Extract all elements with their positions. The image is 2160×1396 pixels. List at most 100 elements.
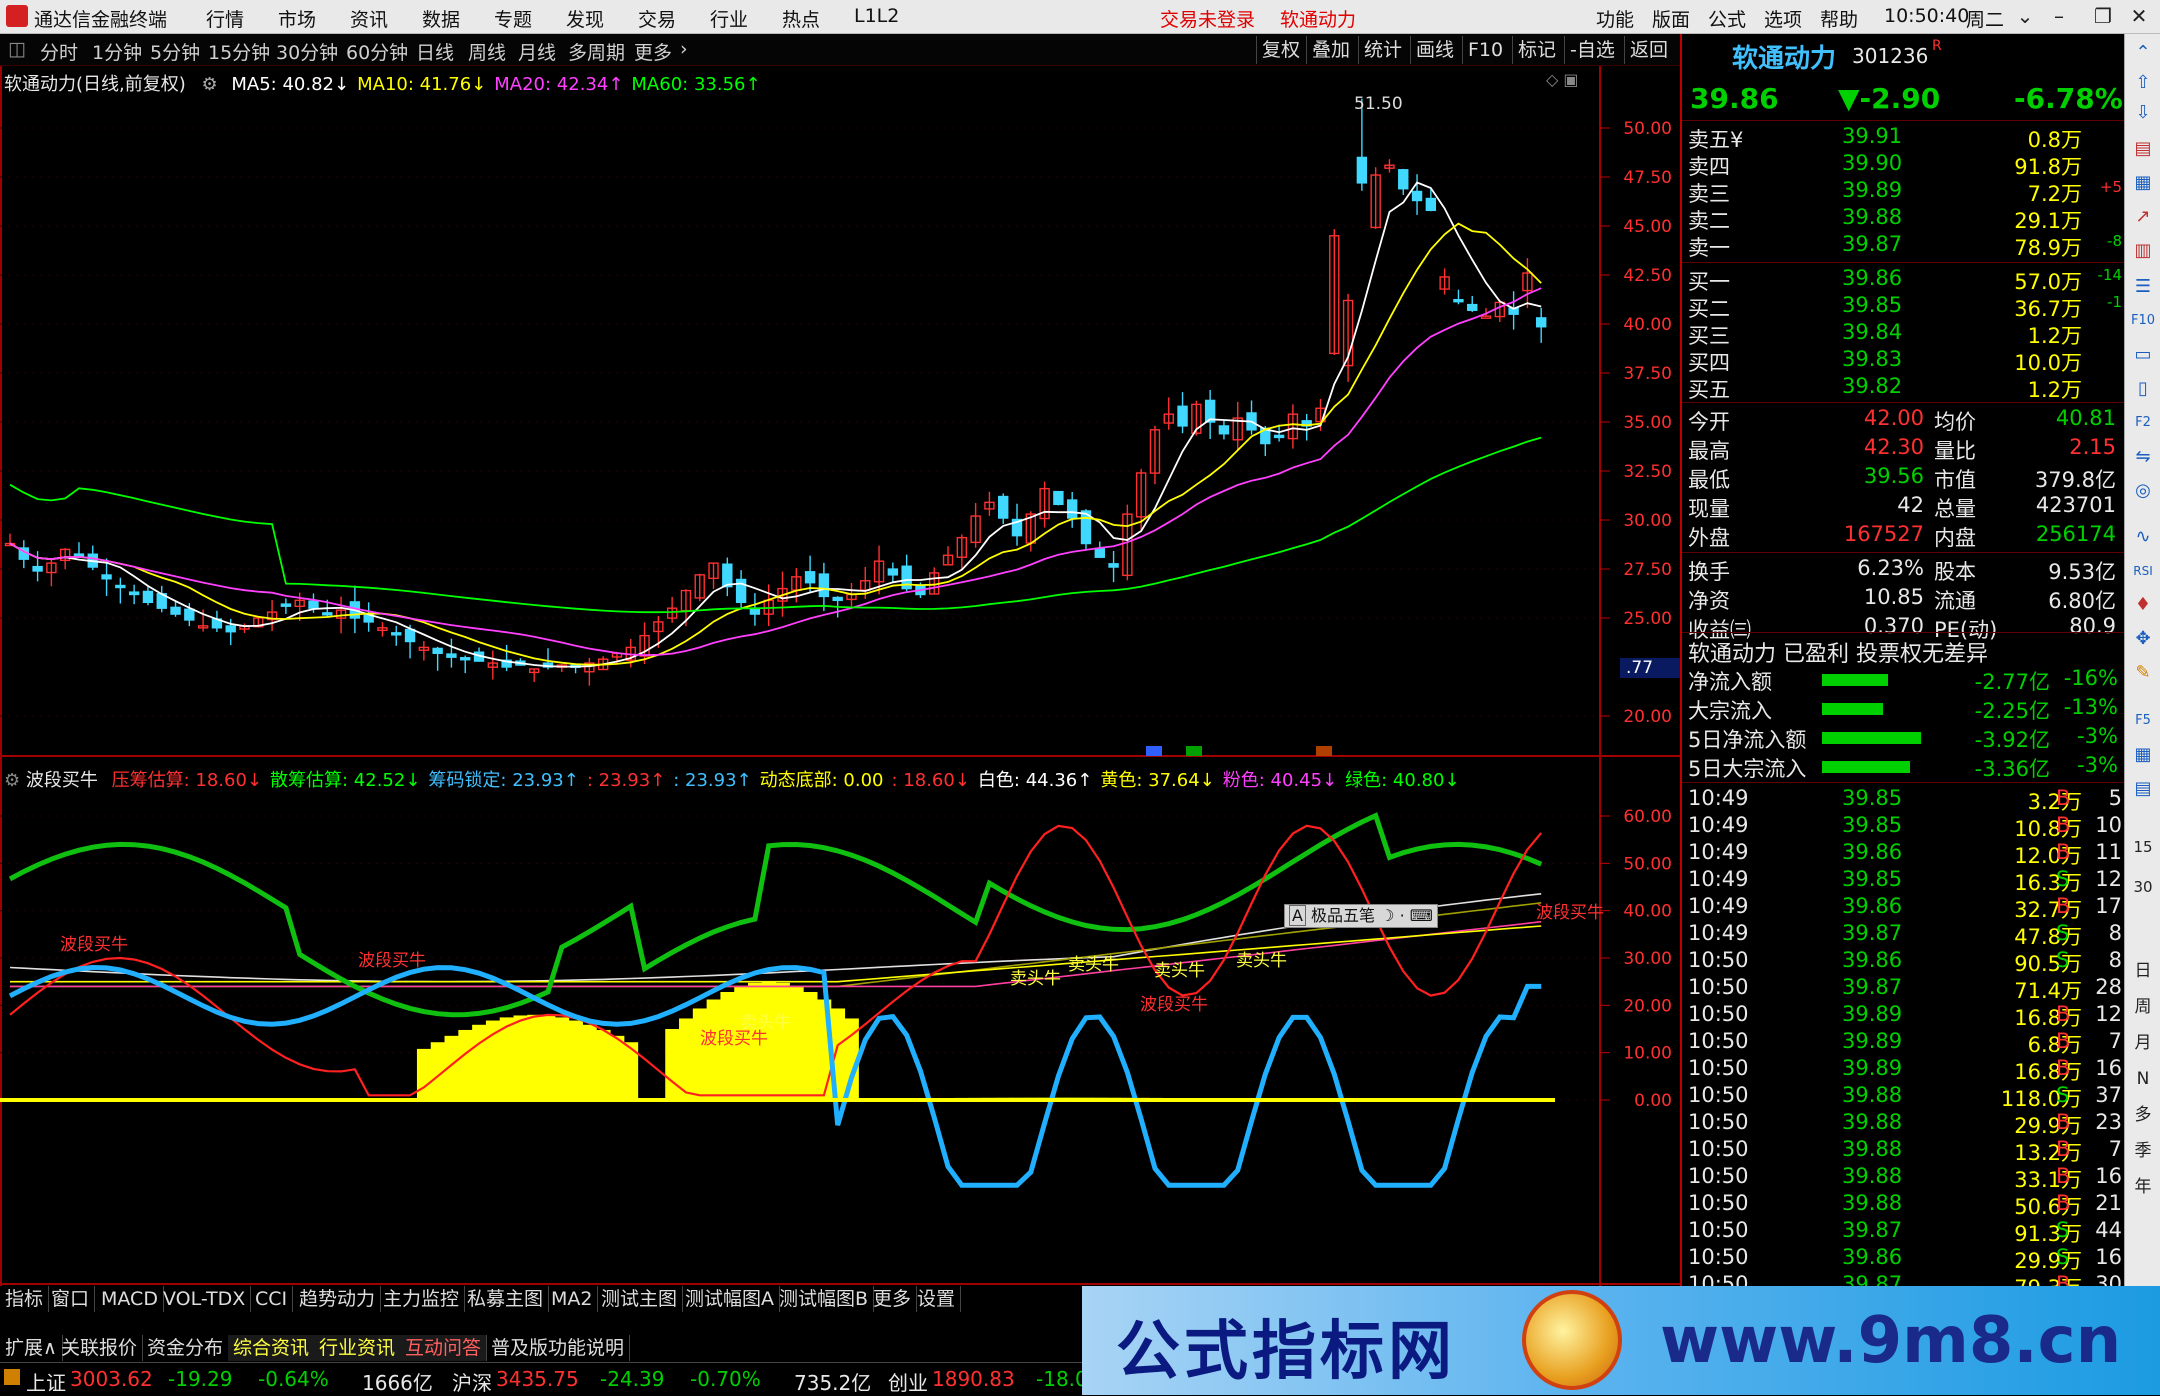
menu-trade[interactable]: 交易 xyxy=(638,5,676,32)
indicator-tab[interactable]: MACD xyxy=(96,1286,164,1312)
ime-mode-icon[interactable]: A xyxy=(1289,905,1306,926)
indicator-tab[interactable]: CCI xyxy=(250,1286,294,1312)
nav-down-icon[interactable]: ⇩ xyxy=(2130,100,2156,126)
menu-help[interactable]: 帮助 xyxy=(1820,5,1858,32)
pen-icon[interactable]: ✎ xyxy=(2130,660,2156,686)
f10-icon[interactable]: F10 xyxy=(2130,308,2156,334)
indicator-tab[interactable]: 指标 xyxy=(0,1286,50,1312)
menu-options[interactable]: 选项 xyxy=(1764,5,1802,32)
menu-hot[interactable]: 热点 xyxy=(782,5,820,32)
layers-icon[interactable]: ▤ xyxy=(2130,776,2156,802)
target-icon[interactable]: ◎ xyxy=(2130,478,2156,504)
indicator-tab[interactable]: 更多 xyxy=(868,1286,918,1312)
period-tab-1min[interactable]: 1分钟 xyxy=(92,38,142,65)
ime-dot-icon[interactable]: · xyxy=(1400,906,1405,925)
close-icon[interactable]: ✕ xyxy=(2126,4,2152,28)
mark-button[interactable]: 标记 xyxy=(1512,36,1561,64)
menu-market[interactable]: 市场 xyxy=(278,5,316,32)
indicator-tab[interactable]: 测试幅图B xyxy=(774,1286,875,1312)
f2-icon[interactable]: F2 xyxy=(2130,410,2156,436)
statistics-button[interactable]: 统计 xyxy=(1358,36,1407,64)
period-tab-5min[interactable]: 5分钟 xyxy=(150,38,200,65)
ime-moon-icon[interactable]: ☽ xyxy=(1380,906,1394,925)
menu-l1l2[interactable]: L1L2 xyxy=(854,5,899,27)
indicator-tab[interactable]: MA2 xyxy=(546,1286,599,1312)
info-tab[interactable]: 行业资讯 xyxy=(314,1335,402,1361)
menu-layout[interactable]: 版面 xyxy=(1652,5,1690,32)
menu-data[interactable]: 数据 xyxy=(422,5,460,32)
chevron-right-icon[interactable]: › xyxy=(680,38,688,60)
settings-icon[interactable]: ⚙ xyxy=(202,74,218,95)
menu-quotes[interactable]: 行情 xyxy=(206,5,244,32)
menu-topics[interactable]: 专题 xyxy=(494,5,532,32)
draw-button[interactable]: 画线 xyxy=(1410,36,1459,64)
period-tab-intraday[interactable]: 分时 xyxy=(40,38,78,65)
move-icon[interactable]: ✥ xyxy=(2130,626,2156,652)
overlay-button[interactable]: 叠加 xyxy=(1306,36,1355,64)
side-tab-day[interactable]: 日 xyxy=(2130,958,2156,984)
period-tab-60min[interactable]: 60分钟 xyxy=(346,38,408,65)
side-tab-month[interactable]: 月 xyxy=(2130,1030,2156,1056)
indicator-tab[interactable]: 窗口 xyxy=(46,1286,96,1312)
f10-button[interactable]: F10 xyxy=(1462,36,1508,64)
menu-news[interactable]: 资讯 xyxy=(350,5,388,32)
indicator-settings-icon[interactable]: ⚙ xyxy=(4,770,20,791)
bell-icon[interactable]: ♦ xyxy=(2130,592,2156,618)
up-arrow-icon[interactable]: ⌃ xyxy=(2130,40,2156,66)
period-tab-monthly[interactable]: 月线 xyxy=(518,38,556,65)
menu-discover[interactable]: 发现 xyxy=(566,5,604,32)
indicator-tab[interactable]: 测试主图 xyxy=(596,1286,684,1312)
market-icon[interactable] xyxy=(4,1369,20,1385)
minimize-icon[interactable]: – xyxy=(2046,4,2072,28)
bars-icon[interactable]: ▥ xyxy=(2130,238,2156,264)
indicator-name[interactable]: 波段买牛 xyxy=(26,770,98,791)
wave-icon[interactable]: ∿ xyxy=(2130,524,2156,550)
indicator-tab[interactable]: 私募主图 xyxy=(462,1286,550,1312)
back-button[interactable]: 返回 xyxy=(1624,36,1673,64)
indicator-tab[interactable]: 设置 xyxy=(912,1286,962,1312)
index-label[interactable]: 创业 xyxy=(888,1367,928,1396)
side-tab-quarter[interactable]: 季 xyxy=(2130,1138,2156,1164)
period-tab-15min[interactable]: 15分钟 xyxy=(208,38,270,65)
chart-icon[interactable]: ▤ xyxy=(2130,136,2156,162)
side-tab-week[interactable]: 周 xyxy=(2130,994,2156,1020)
side-tab-multi[interactable]: 多 xyxy=(2130,1102,2156,1128)
indicator-tab[interactable]: 测试幅图A xyxy=(680,1286,780,1312)
info-tab[interactable]: 资金分布 xyxy=(142,1335,230,1361)
info-tab[interactable]: 扩展∧ xyxy=(0,1335,63,1361)
ime-keyboard-icon[interactable]: ⌨ xyxy=(1410,906,1433,925)
side-tab-year[interactable]: 年 xyxy=(2130,1174,2156,1200)
index-label[interactable]: 上证 xyxy=(26,1367,66,1396)
indicator-tab[interactable]: 趋势动力 xyxy=(294,1286,382,1312)
period-tab-weekly[interactable]: 周线 xyxy=(468,38,506,65)
info-tab[interactable]: 普及版功能说明 xyxy=(486,1335,631,1361)
info-tab[interactable]: 关联报价 xyxy=(56,1335,144,1361)
side-num-30[interactable]: 30 xyxy=(2130,874,2156,900)
menu-formula[interactable]: 公式 xyxy=(1708,5,1746,32)
restore-icon[interactable]: ❐ xyxy=(2090,4,2116,28)
chart-area[interactable]: 50.00 47.50 45.00 42.50 40.00 37.50 35.00 32.50… xyxy=(0,66,1680,1286)
menu-function[interactable]: 功能 xyxy=(1596,5,1634,32)
period-tab-more[interactable]: 更多 xyxy=(634,38,672,65)
kline-chart[interactable]: 50.00 47.50 45.00 42.50 40.00 37.50 35.00 32.50… xyxy=(0,66,1680,1286)
adjust-button[interactable]: 复权 xyxy=(1256,36,1305,64)
side-num-15[interactable]: 15 xyxy=(2130,834,2156,860)
index-label[interactable]: 沪深 xyxy=(452,1367,492,1396)
period-tab-daily[interactable]: 日线 xyxy=(416,38,454,65)
menu-dropdown-icon[interactable]: ⌄ xyxy=(2012,4,2038,28)
watchlist-button[interactable]: -自选 xyxy=(1564,36,1620,64)
side-tab-n[interactable]: N xyxy=(2130,1066,2156,1092)
period-tab-30min[interactable]: 30分钟 xyxy=(276,38,338,65)
period-tab-multi[interactable]: 多周期 xyxy=(568,38,625,65)
menu-industry[interactable]: 行业 xyxy=(710,5,748,32)
info-tab[interactable]: 综合资讯 xyxy=(228,1335,316,1361)
panel-toggle-icon[interactable]: ◫ xyxy=(8,38,26,60)
info-tab[interactable]: 互动问答 xyxy=(400,1335,488,1361)
list-icon[interactable]: ☰ xyxy=(2130,274,2156,300)
rsi-icon[interactable]: RSI xyxy=(2130,558,2156,584)
book-icon[interactable]: ▯ xyxy=(2130,376,2156,402)
grid-icon[interactable]: ▦ xyxy=(2130,170,2156,196)
indicator-tab[interactable]: VOL-TDX xyxy=(158,1286,252,1312)
ime-popup[interactable]: A 极品五笔 ☽ · ⌨ xyxy=(1284,904,1438,928)
doc-icon[interactable]: ▭ xyxy=(2130,342,2156,368)
